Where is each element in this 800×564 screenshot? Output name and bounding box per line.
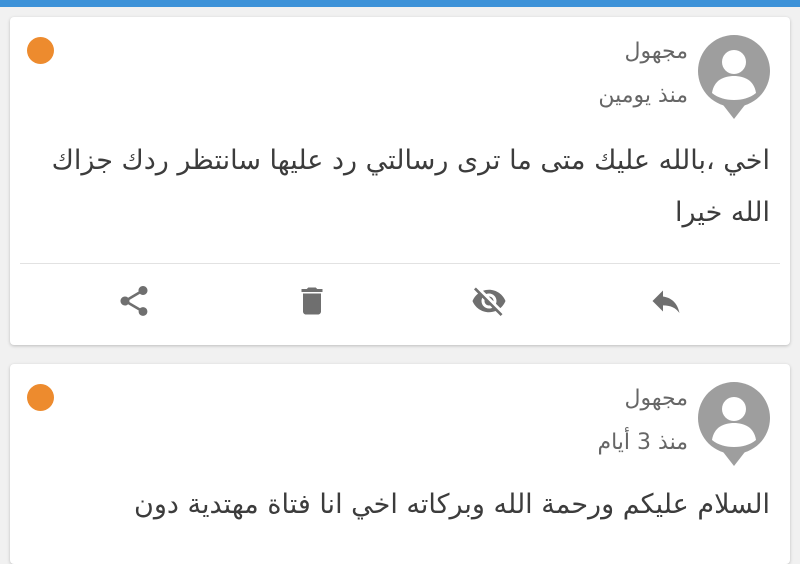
divider: [20, 263, 780, 264]
message-time: منذ يومين: [598, 83, 688, 108]
unread-indicator: [27, 384, 54, 411]
unread-indicator: [27, 37, 54, 64]
author-name: مجهول: [624, 386, 688, 411]
trash-icon: [301, 287, 323, 315]
top-accent-bar: [0, 0, 800, 7]
eye-off-icon: [472, 287, 506, 316]
share-button[interactable]: [112, 279, 156, 323]
share-icon: [120, 286, 148, 316]
reply-icon: [652, 290, 680, 313]
author-name: مجهول: [624, 39, 688, 64]
message-card: مجهول منذ 3 أيام السلام عليكم ورحمة الله…: [10, 364, 790, 564]
delete-button[interactable]: [290, 279, 334, 323]
reply-button[interactable]: [644, 279, 688, 323]
avatar-icon: [698, 35, 770, 127]
hide-button[interactable]: [467, 279, 511, 323]
message-card: مجهول منذ يومين اخي ،بالله عليك متى ما ت…: [10, 17, 790, 345]
message-text: السلام عليكم ورحمة الله وبركاته اخي انا …: [134, 489, 770, 520]
message-text: اخي ،بالله عليك متى ما ترى رسالتي رد علي…: [51, 145, 770, 228]
avatar-icon: [698, 382, 770, 474]
message-time: منذ 3 أيام: [597, 430, 688, 455]
